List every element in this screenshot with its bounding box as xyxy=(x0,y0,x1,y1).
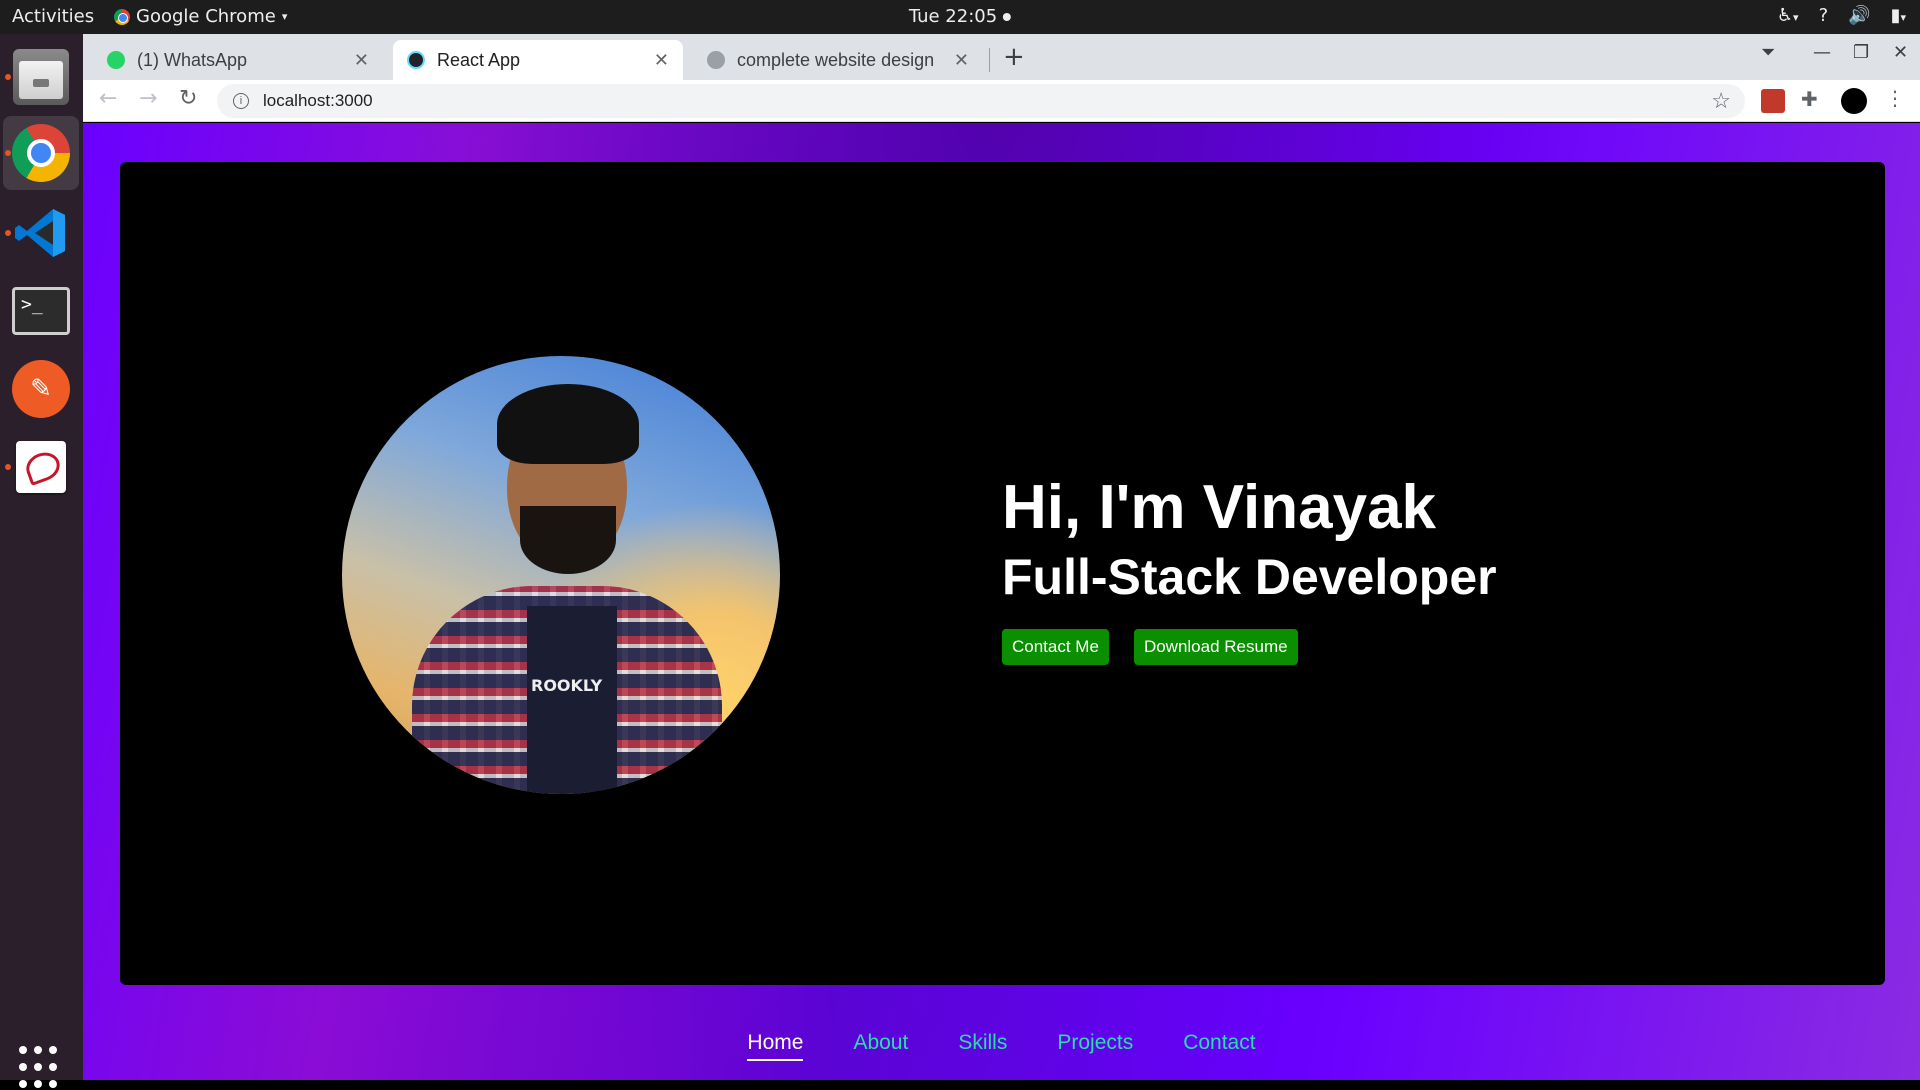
activities-button[interactable]: Activities xyxy=(12,6,94,27)
notification-dot-icon xyxy=(1003,12,1012,21)
dock-postman[interactable]: ✎ xyxy=(3,352,79,426)
chrome-icon xyxy=(12,124,70,182)
browser-window: (1) WhatsApp ✕ React App ✕ complete webs… xyxy=(83,34,1920,1080)
vscode-icon xyxy=(15,209,65,257)
page-viewport: ROOKLY Hi, I'm Vinayak Full-Stack Develo… xyxy=(83,123,1920,1080)
hero-section: ROOKLY Hi, I'm Vinayak Full-Stack Develo… xyxy=(120,162,1885,985)
menu-kebab-icon[interactable]: ⋮ xyxy=(1885,86,1909,110)
tab-strip: (1) WhatsApp ✕ React App ✕ complete webs… xyxy=(83,34,1920,80)
intro-block: Hi, I'm Vinayak Full-Stack Developer Con… xyxy=(1002,473,1497,666)
reload-icon[interactable]: ↻ xyxy=(179,86,197,111)
accessibility-icon[interactable]: ♿▾ xyxy=(1777,5,1799,26)
tab-label: React App xyxy=(437,49,521,70)
close-icon[interactable]: ✕ xyxy=(354,50,369,71)
profile-photo: ROOKLY xyxy=(342,356,780,794)
tshirt-print: ROOKLY xyxy=(531,676,603,695)
chrome-icon xyxy=(114,8,130,25)
dock-vscode[interactable] xyxy=(3,196,79,270)
forward-icon[interactable]: → xyxy=(139,86,157,111)
whatsapp-icon xyxy=(107,51,125,69)
dock-terminal[interactable]: >_ xyxy=(3,274,79,348)
site-info-icon[interactable]: i xyxy=(233,93,249,109)
running-indicator xyxy=(5,230,11,236)
show-applications-icon[interactable] xyxy=(19,1046,63,1090)
running-indicator xyxy=(5,150,11,156)
react-icon xyxy=(407,51,425,69)
restore-icon[interactable]: ❐ xyxy=(1853,42,1869,63)
photo-tshirt: ROOKLY xyxy=(527,606,617,794)
tab-whatsapp[interactable]: (1) WhatsApp ✕ xyxy=(93,40,383,80)
help-icon[interactable]: ? xyxy=(1819,5,1829,26)
extension-icon[interactable] xyxy=(1761,89,1785,113)
system-top-bar: Activities Google Chrome ▾ Tue 22:05 ♿▾ … xyxy=(0,0,1920,34)
nav-about[interactable]: About xyxy=(853,1031,908,1061)
tab-label: (1) WhatsApp xyxy=(137,49,248,70)
close-window-icon[interactable]: ✕ xyxy=(1893,42,1908,63)
tab-label: complete website design xyxy=(737,49,935,70)
dock-files[interactable] xyxy=(3,40,79,114)
globe-icon xyxy=(707,51,725,69)
terminal-icon: >_ xyxy=(12,287,70,335)
tab-website-design[interactable]: complete website design ✕ xyxy=(693,40,983,80)
role-heading: Full-Stack Developer xyxy=(1002,549,1497,606)
dock-chrome[interactable] xyxy=(3,116,79,190)
bottom-nav: Home About Skills Projects Contact xyxy=(83,1031,1920,1061)
app-menu-label: Google Chrome xyxy=(136,6,276,27)
tab-react-app[interactable]: React App ✕ xyxy=(393,40,683,80)
dock: >_ ✎ xyxy=(0,34,83,1088)
tab-search-icon[interactable]: ⏷ xyxy=(1761,42,1775,63)
nav-contact[interactable]: Contact xyxy=(1183,1031,1255,1061)
close-icon[interactable]: ✕ xyxy=(954,50,969,71)
nav-home[interactable]: Home xyxy=(747,1031,804,1061)
extensions-puzzle-icon[interactable]: ✚ xyxy=(1801,87,1825,111)
photo-hair xyxy=(497,384,639,464)
minimize-icon[interactable]: — xyxy=(1813,42,1831,63)
system-tray[interactable]: ♿▾ ? 🔊 ▮▾ xyxy=(1777,5,1906,26)
volume-icon[interactable]: 🔊 xyxy=(1848,5,1870,26)
hero-buttons: Contact Me Download Resume xyxy=(1002,629,1497,666)
tab-separator xyxy=(989,48,990,72)
photo-beard xyxy=(520,506,616,574)
new-tab-icon[interactable]: + xyxy=(1003,42,1025,72)
address-bar[interactable]: i localhost:3000 ☆ xyxy=(217,84,1745,118)
url-text: localhost:3000 xyxy=(263,91,373,110)
files-icon xyxy=(13,49,69,105)
back-icon[interactable]: ← xyxy=(99,86,117,111)
download-resume-button[interactable]: Download Resume xyxy=(1133,629,1298,666)
document-viewer-icon xyxy=(16,441,66,493)
bookmark-star-icon[interactable]: ☆ xyxy=(1711,88,1731,114)
close-icon[interactable]: ✕ xyxy=(654,50,669,71)
browser-toolbar: ← → ↻ i localhost:3000 ☆ ✚ ⋮ xyxy=(83,80,1920,122)
chevron-down-icon: ▾ xyxy=(281,10,288,23)
greeting-heading: Hi, I'm Vinayak xyxy=(1002,473,1437,542)
clock-label: Tue 22:05 xyxy=(908,6,998,27)
nav-projects[interactable]: Projects xyxy=(1057,1031,1133,1061)
running-indicator xyxy=(5,464,11,470)
app-menu[interactable]: Google Chrome ▾ xyxy=(114,6,287,27)
nav-skills[interactable]: Skills xyxy=(958,1031,1007,1061)
running-indicator xyxy=(5,74,11,80)
power-icon[interactable]: ▮▾ xyxy=(1891,5,1906,26)
profile-avatar[interactable] xyxy=(1841,88,1867,114)
contact-me-button[interactable]: Contact Me xyxy=(1002,629,1109,666)
clock[interactable]: Tue 22:05 xyxy=(908,6,1012,27)
postman-icon: ✎ xyxy=(12,360,70,418)
dock-document-viewer[interactable] xyxy=(3,430,79,504)
